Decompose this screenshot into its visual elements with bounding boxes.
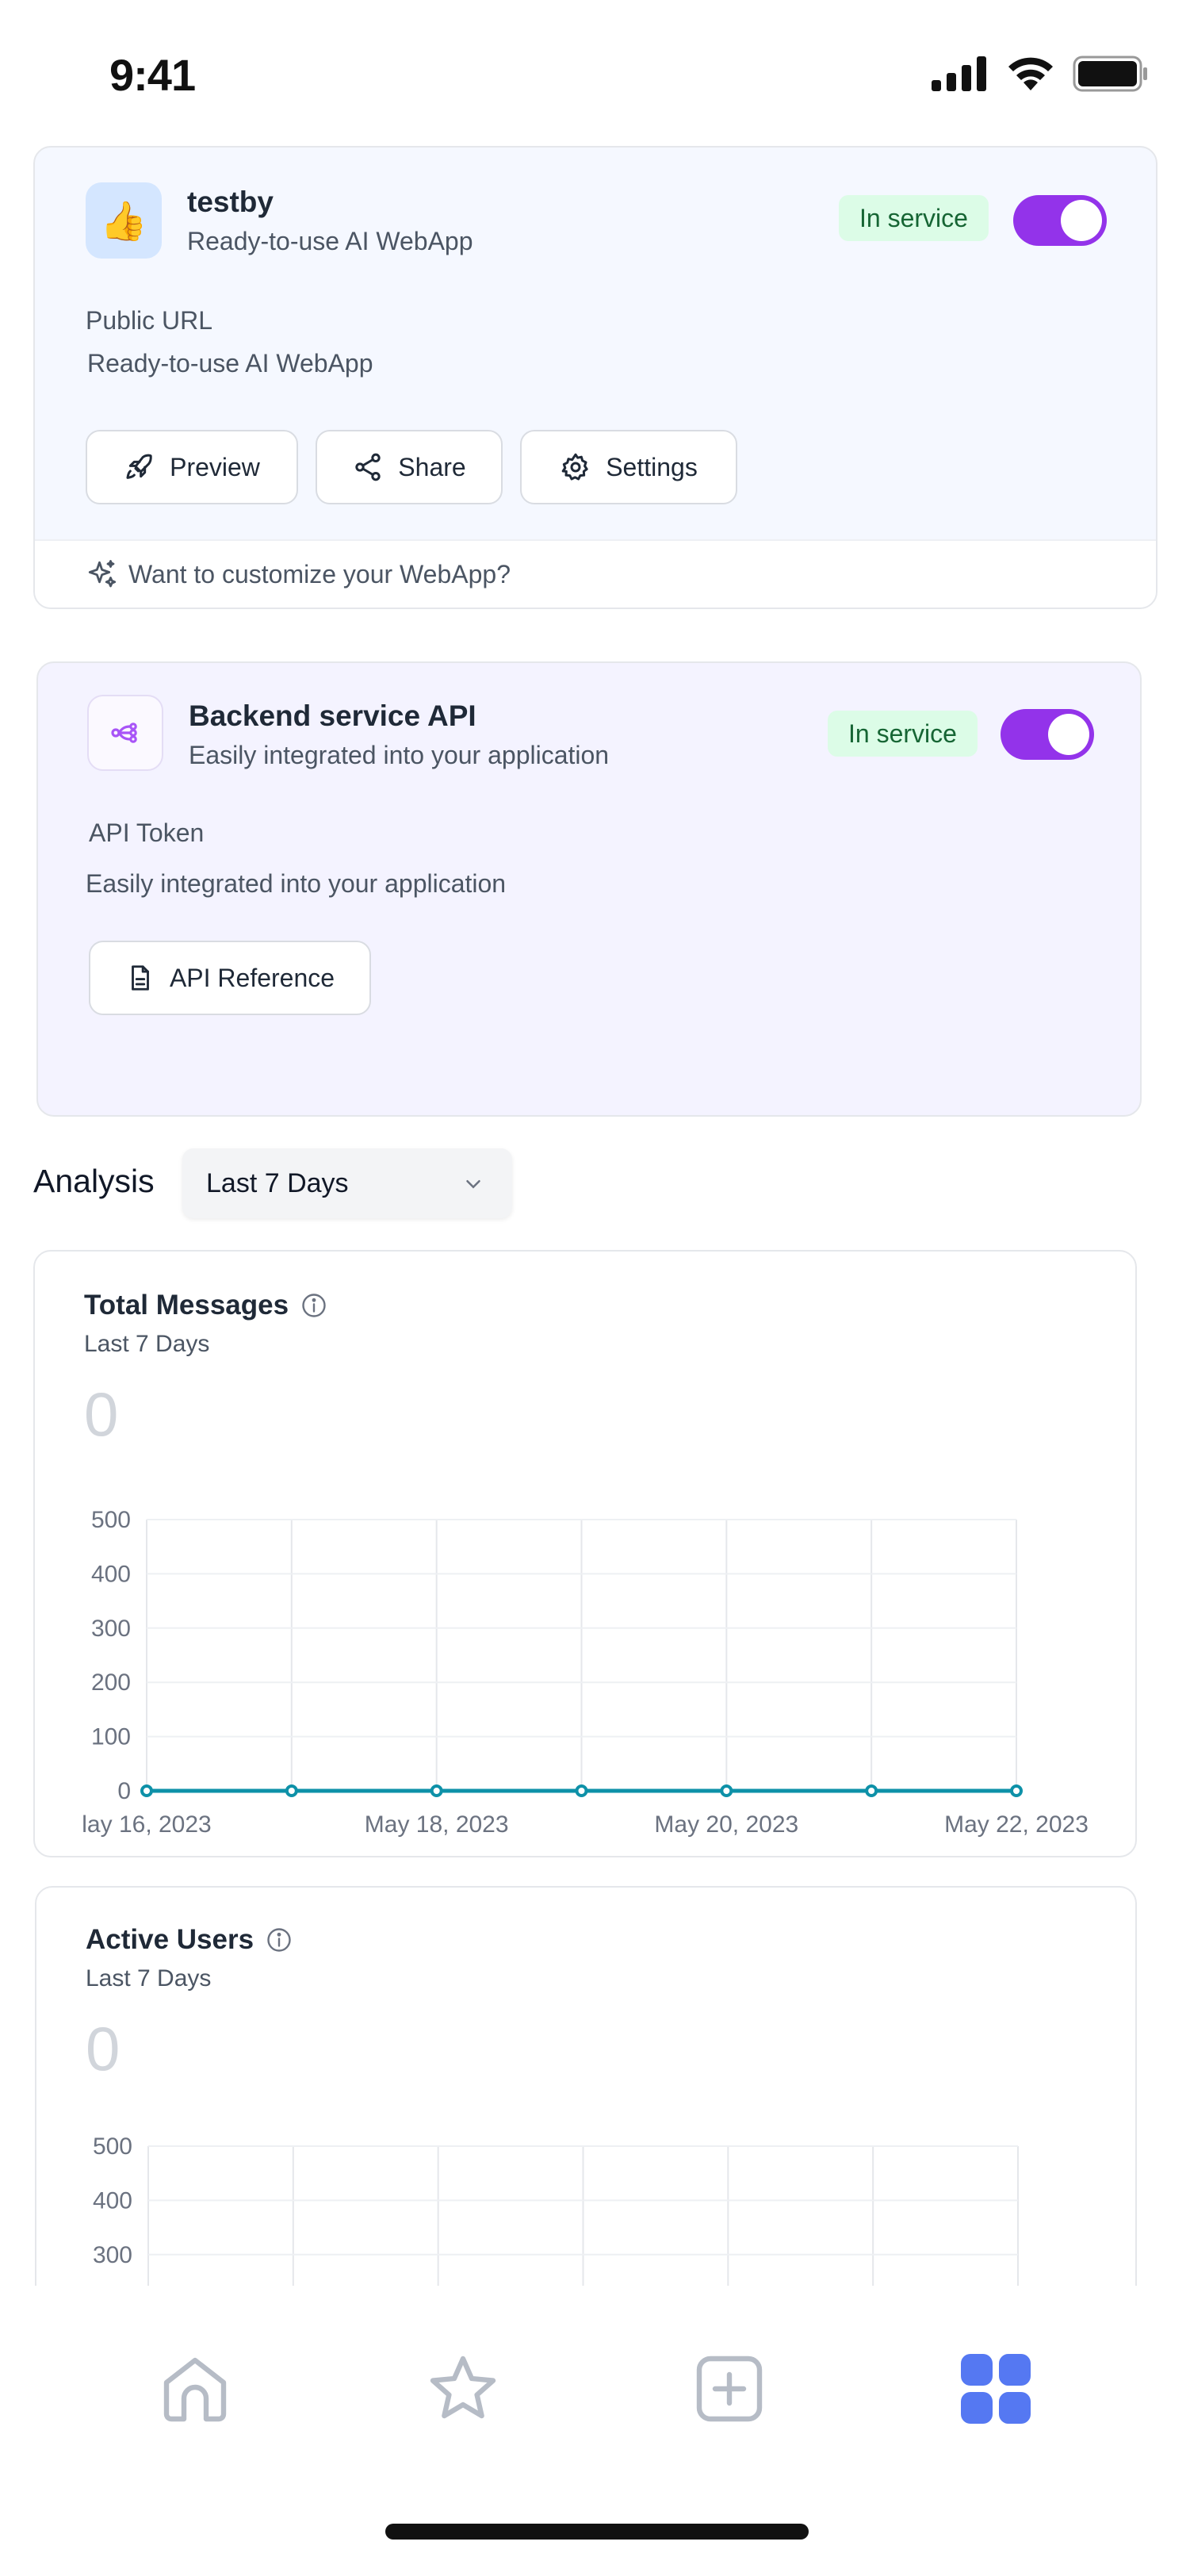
api-service-toggle[interactable] (1001, 709, 1094, 760)
tab-create[interactable] (690, 2349, 769, 2428)
document-icon (132, 965, 149, 991)
api-name: Backend service API (189, 700, 476, 732)
preview-label: Preview (170, 452, 260, 481)
y-tick-label: 500 (93, 2133, 132, 2160)
api-token-value: Easily integrated into your application (86, 869, 507, 898)
customize-text: Want to customize your WebApp? (128, 560, 511, 588)
y-tick-label: 0 (117, 1778, 131, 1804)
api-status-badge: In service (828, 711, 978, 757)
settings-button[interactable]: Settings (520, 430, 737, 504)
data-point (140, 1784, 153, 1797)
x-tick-label: May 22, 2023 (944, 1811, 1089, 1838)
chevron-down-icon (466, 1180, 480, 1189)
thumbs-up-icon: 👍 (100, 200, 147, 243)
active-users-card: Active Users Last 7 Days 0 500 400 300 (35, 1886, 1137, 2330)
period-select[interactable]: Last 7 Days (182, 1148, 512, 1218)
tab-apps[interactable] (956, 2349, 1035, 2428)
api-reference-label: API Reference (169, 963, 335, 992)
wifi-icon (1008, 57, 1053, 90)
share-button[interactable]: Share (316, 430, 503, 504)
data-point (285, 1784, 298, 1797)
status-badge: In service (839, 195, 989, 241)
analysis-title: Analysis (33, 1163, 155, 1199)
preview-button[interactable]: Preview (86, 430, 298, 504)
share-icon (355, 453, 381, 481)
data-point (720, 1784, 733, 1797)
home-icon (163, 2357, 227, 2422)
y-tick-label: 200 (91, 1669, 131, 1696)
active-users-chart: 500 400 300 (93, 2133, 1019, 2329)
customize-banner[interactable]: Want to customize your WebApp? (35, 539, 1156, 608)
cellular-signal-icon (932, 56, 986, 91)
api-network-icon (111, 723, 137, 743)
y-tick-label: 300 (91, 1616, 131, 1642)
status-icons (932, 56, 1149, 92)
settings-label: Settings (606, 452, 698, 481)
star-icon (430, 2356, 496, 2419)
webapp-card: 👍 testby Ready-to-use AI WebApp In servi… (33, 146, 1157, 609)
y-tick-label: 100 (91, 1724, 131, 1750)
data-point (430, 1784, 443, 1797)
api-icon-box (87, 695, 163, 771)
total-messages-card: Total Messages Last 7 Days 0 500 400 300 20… (33, 1250, 1137, 1857)
home-indicator (385, 2524, 809, 2540)
webapp-name: testby (187, 186, 274, 218)
data-point (575, 1784, 588, 1797)
y-tick-label: 500 (91, 1507, 131, 1533)
apps-grid-icon (961, 2354, 1031, 2424)
add-square-icon (696, 2356, 763, 2422)
gear-icon (561, 453, 588, 481)
share-label: Share (398, 452, 466, 481)
api-subtitle: Easily integrated into your application (189, 741, 610, 769)
data-point (1010, 1784, 1023, 1797)
x-tick-label: May 18, 2023 (365, 1811, 509, 1838)
y-tick-label: 400 (93, 2187, 132, 2214)
api-reference-button[interactable]: API Reference (89, 941, 371, 1015)
public-url-label: Public URL (86, 306, 213, 335)
y-tick-label: 400 (91, 1561, 131, 1587)
webapp-icon: 👍 (86, 182, 162, 259)
battery-icon (1073, 56, 1147, 92)
sparkles-icon (88, 560, 117, 588)
api-token-label: API Token (89, 818, 205, 847)
y-tick-label: 300 (93, 2242, 132, 2268)
tab-home[interactable] (155, 2349, 235, 2428)
webapp-service-toggle[interactable] (1013, 195, 1107, 246)
tab-favorites[interactable] (423, 2349, 503, 2428)
period-select-value: Last 7 Days (206, 1167, 349, 1198)
status-time: 9:41 (109, 50, 196, 100)
data-point (865, 1784, 878, 1797)
api-card: Backend service API Easily integrated in… (36, 661, 1142, 1117)
webapp-subtitle: Ready-to-use AI WebApp (187, 227, 473, 255)
x-tick-label: lay 16, 2023 (82, 1811, 211, 1838)
public-url-value: Ready-to-use AI WebApp (87, 349, 373, 378)
status-bar: 9:41 (0, 0, 1190, 143)
total-messages-chart: 500 400 300 200 100 0 lay 16, 2023 May 18, 2023… (82, 1507, 1089, 1838)
rocket-icon (126, 454, 152, 479)
x-tick-label: May 20, 2023 (654, 1811, 798, 1838)
